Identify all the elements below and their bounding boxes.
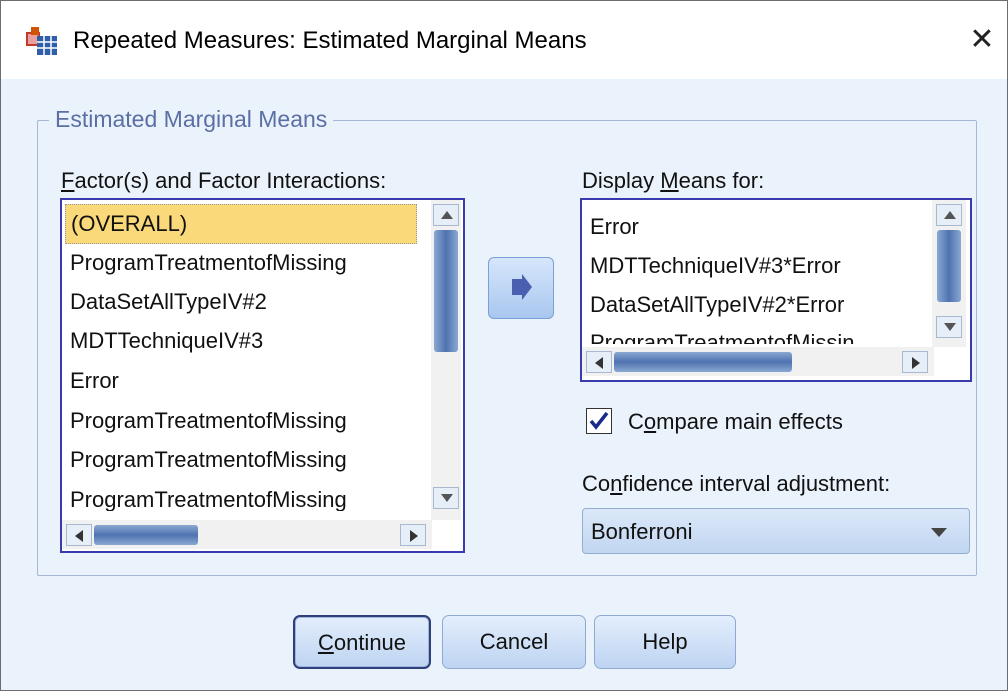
group-legend: Estimated Marginal Means [49, 106, 334, 133]
chevron-down-icon [931, 528, 947, 537]
list-item[interactable]: ProgramTreatmentofMissing [70, 402, 347, 440]
list-item[interactable]: ProgramTreatmentofMissing [70, 441, 347, 479]
spss-app-icon [26, 27, 57, 55]
scroll-up-button[interactable] [433, 204, 459, 226]
scroll-thumb[interactable] [614, 352, 792, 372]
list-item[interactable]: ProgramTreatmentofMissing [70, 481, 347, 511]
arrow-left-icon [75, 530, 83, 542]
list-item[interactable]: MDTTechniqueIV#3 [70, 322, 263, 360]
list-item[interactable]: MDTTechniqueIV#3*Error [590, 247, 841, 285]
arrow-down-icon [441, 494, 453, 502]
ci-adjustment-label: Confidence interval adjustment: [582, 471, 891, 496]
list-item[interactable]: Error [590, 208, 639, 246]
arrow-up-icon [944, 211, 956, 219]
scroll-left-button[interactable] [66, 524, 92, 546]
cancel-button[interactable]: Cancel [442, 615, 586, 669]
horizontal-scrollbar[interactable] [62, 520, 432, 549]
arrow-down-icon [944, 323, 956, 331]
arrow-up-icon [441, 211, 453, 219]
list-item[interactable]: ProgramTreatmentofMissin [590, 324, 854, 344]
ci-adjustment-select[interactable]: Bonferroni [582, 508, 970, 554]
scroll-down-button[interactable] [433, 487, 459, 509]
scroll-thumb[interactable] [937, 230, 961, 302]
factors-label: Factor(s) and Factor Interactions: [61, 168, 387, 193]
scroll-down-button[interactable] [936, 316, 962, 338]
compare-main-effects-checkbox[interactable] [586, 408, 612, 434]
ci-adjustment-value: Bonferroni [591, 519, 693, 544]
checkmark-icon [589, 411, 609, 430]
scroll-left-button[interactable] [586, 351, 612, 373]
help-button[interactable]: Help [594, 615, 736, 669]
list-item[interactable]: Error [70, 362, 119, 400]
right-arrow-icon [512, 274, 532, 300]
scroll-thumb[interactable] [94, 525, 198, 545]
compare-main-effects-label[interactable]: Compare main effects [628, 409, 843, 435]
factors-listbox[interactable]: (OVERALL) ProgramTreatmentofMissing Data… [60, 198, 465, 553]
scroll-right-button[interactable] [400, 524, 426, 546]
list-item[interactable]: (OVERALL) [65, 204, 417, 244]
horizontal-scrollbar[interactable] [582, 347, 934, 376]
display-means-listbox[interactable]: Error MDTTechniqueIV#3*Error DataSetAllT… [580, 198, 972, 382]
move-right-button[interactable] [488, 257, 554, 319]
vertical-scrollbar[interactable] [431, 200, 461, 520]
list-item[interactable]: DataSetAllTypeIV#2*Error [590, 286, 844, 324]
list-item[interactable]: ProgramTreatmentofMissing [70, 244, 347, 282]
vertical-scrollbar[interactable] [932, 200, 966, 347]
close-icon[interactable]: ✕ [961, 19, 1003, 61]
dialog-window: Repeated Measures: Estimated Marginal Me… [0, 0, 1008, 691]
scroll-right-button[interactable] [902, 351, 928, 373]
scroll-thumb[interactable] [434, 230, 458, 352]
list-item[interactable]: DataSetAllTypeIV#2 [70, 283, 267, 321]
arrow-left-icon [595, 357, 603, 369]
display-means-label: Display Means for: [582, 168, 765, 193]
continue-button[interactable]: Continue [293, 615, 431, 669]
title-bar: Repeated Measures: Estimated Marginal Me… [1, 1, 1007, 79]
arrow-right-icon [912, 357, 920, 369]
arrow-right-icon [410, 530, 418, 542]
scroll-up-button[interactable] [936, 204, 962, 226]
window-title: Repeated Measures: Estimated Marginal Me… [73, 27, 587, 54]
